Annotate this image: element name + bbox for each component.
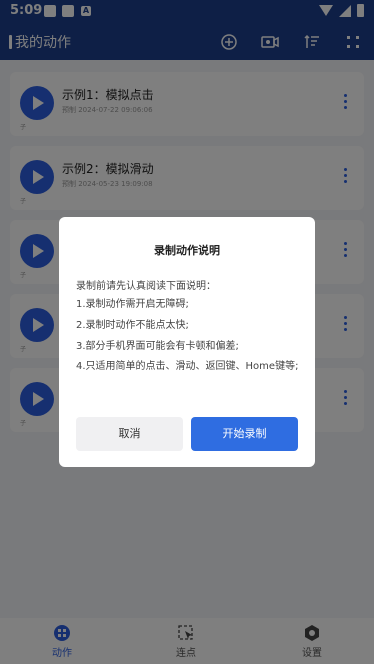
dialog-title: 录制动作说明: [154, 244, 220, 257]
start-recording-button[interactable]: 开始录制: [191, 417, 298, 451]
dialog-intro: 录制前请先认真阅读下面说明：: [76, 281, 216, 292]
instruction-item: 4.只适用简单的点击、滑动、返回键、Home键等;: [76, 361, 299, 372]
record-instructions-dialog: 录制动作说明 录制前请先认真阅读下面说明： 1.录制动作需开启无障碍; 2.录制…: [59, 217, 315, 467]
instruction-item: 2.录制时动作不能点太快;: [76, 320, 189, 331]
instruction-item: 3.部分手机界面可能会有卡顿和偏差;: [76, 341, 239, 352]
cancel-button[interactable]: 取消: [76, 417, 183, 451]
instruction-item: 1.录制动作需开启无障碍;: [76, 299, 189, 310]
